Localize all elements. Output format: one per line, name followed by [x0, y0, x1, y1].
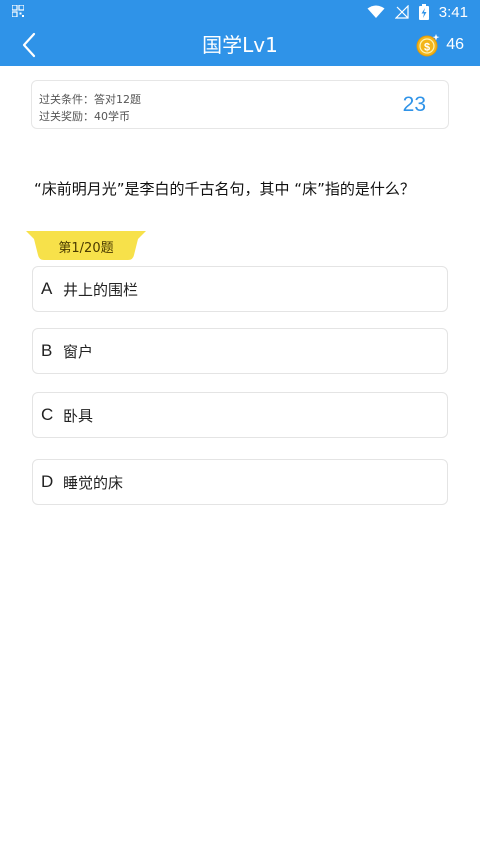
- question-text: “床前明月光”是李白的千古名句，其中 “床”指的是什么？: [34, 180, 415, 198]
- option-a[interactable]: A 井上的围栏: [32, 266, 448, 312]
- option-text: 窗户: [63, 342, 94, 361]
- option-c[interactable]: C 卧具: [32, 392, 448, 438]
- coin-icon: $: [416, 34, 440, 57]
- option-text: 井上的围栏: [63, 280, 139, 299]
- page-title: 国学Lv1: [202, 33, 278, 57]
- app-bar: 国学Lv1 $ 46: [0, 24, 480, 66]
- option-letter: C: [41, 405, 54, 424]
- pass-condition: 过关条件：答对12题: [39, 93, 141, 106]
- option-text: 睡觉的床: [63, 473, 124, 492]
- status-time: 3:41: [438, 3, 468, 21]
- countdown-timer: 23: [402, 93, 426, 116]
- question-progress-badge: 第1/20题: [26, 231, 146, 261]
- coin-balance: $ 46: [416, 24, 464, 66]
- coin-count: 46: [446, 36, 464, 53]
- back-button[interactable]: [14, 30, 44, 60]
- qr-code-icon: [12, 5, 24, 17]
- svg-text:$: $: [424, 42, 430, 54]
- chevron-left-icon: [22, 32, 36, 58]
- option-letter: A: [41, 279, 53, 298]
- option-b[interactable]: B 窗户: [32, 328, 448, 374]
- level-info-card: 过关条件：答对12题 过关奖励：40学币 23: [31, 80, 449, 129]
- option-d[interactable]: D 睡觉的床: [32, 459, 448, 505]
- option-text: 卧具: [63, 406, 94, 425]
- no-signal-icon: [394, 5, 409, 19]
- pass-reward: 过关奖励：40学币: [39, 110, 130, 123]
- progress-label: 第1/20题: [58, 241, 114, 256]
- status-bar: 3:41: [0, 0, 480, 24]
- option-letter: B: [41, 341, 53, 360]
- option-letter: D: [41, 472, 54, 491]
- battery-charging-icon: [418, 4, 429, 20]
- wifi-icon: [367, 5, 385, 18]
